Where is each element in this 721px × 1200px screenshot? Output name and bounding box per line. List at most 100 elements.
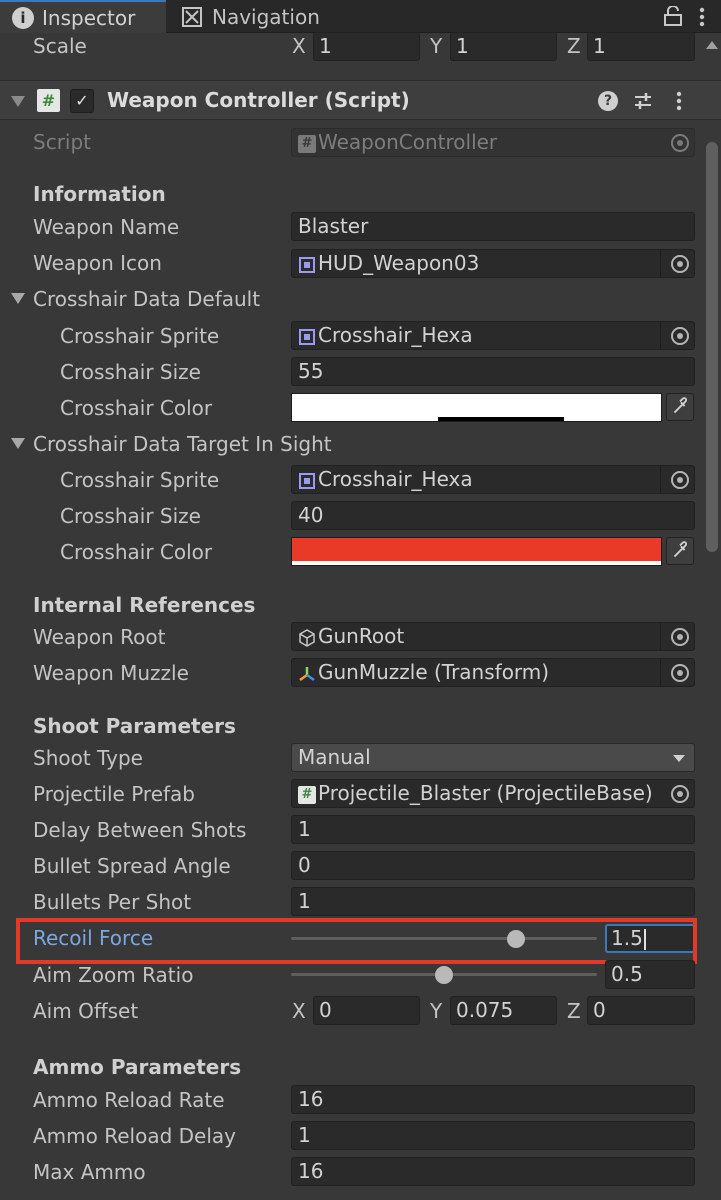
ammo-reload-delay-label: Ammo Reload Delay: [33, 1124, 236, 1148]
aim-offset-label: Aim Offset: [33, 999, 139, 1023]
crosshair-default-sprite-value: Crosshair_Hexa: [318, 323, 473, 347]
internal-references-header: Internal References: [33, 593, 256, 617]
crosshair-target-size-label: Crosshair Size: [60, 504, 201, 528]
crosshair-target-color-label: Crosshair Color: [60, 540, 213, 564]
aim-offset-x-field[interactable]: 0: [313, 996, 420, 1025]
sprite-icon: [299, 328, 315, 345]
crosshair-target-sprite-value: Crosshair_Hexa: [318, 467, 473, 491]
object-picker-icon[interactable]: [671, 628, 689, 646]
scroll-up-icon[interactable]: [706, 41, 718, 49]
aim-offset-x-label: X: [292, 999, 306, 1023]
component-menu-icon[interactable]: [676, 91, 682, 111]
aim-offset-y-field[interactable]: 0.075: [450, 996, 557, 1025]
delay-between-shots-label: Delay Between Shots: [33, 818, 247, 842]
projectile-prefab-label: Projectile Prefab: [33, 782, 195, 806]
delay-between-shots-field[interactable]: 1: [291, 815, 695, 844]
weapon-name-label: Weapon Name: [33, 215, 180, 239]
bullets-per-shot-field[interactable]: 1: [291, 887, 695, 916]
crosshair-default-color-label: Crosshair Color: [60, 396, 213, 420]
script-value: WeaponController: [318, 130, 498, 154]
info-icon: i: [12, 6, 34, 29]
scale-x-field[interactable]: 1: [313, 32, 420, 61]
crosshair-default-sprite-field[interactable]: Crosshair_Hexa: [291, 321, 695, 350]
transform-icon: [299, 666, 315, 681]
component-header[interactable]: # ✓ Weapon Controller (Script) ?: [0, 80, 721, 120]
sprite-icon: [299, 472, 315, 489]
scale-label: Scale: [33, 34, 87, 58]
script-field: # WeaponController: [291, 128, 695, 157]
bullets-per-shot-label: Bullets Per Shot: [33, 890, 192, 914]
crosshair-target-size-field[interactable]: 40: [291, 501, 695, 530]
scale-y-field[interactable]: 1: [450, 32, 557, 61]
weapon-muzzle-value: GunMuzzle (Transform): [318, 660, 550, 684]
eyedropper-icon[interactable]: [666, 537, 694, 565]
crosshair-default-header[interactable]: Crosshair Data Default: [33, 287, 260, 311]
crosshair-default-size-field[interactable]: 55: [291, 357, 695, 386]
tab-inspector-label: Inspector: [42, 5, 136, 30]
crosshair-default-alpha-bar: [438, 417, 564, 421]
ammo-reload-rate-field[interactable]: 16: [291, 1085, 695, 1114]
script-label: Script: [33, 130, 92, 154]
crosshair-target-header[interactable]: Crosshair Data Target In Sight: [33, 432, 332, 456]
object-picker-icon[interactable]: [671, 785, 689, 803]
object-picker-icon[interactable]: [671, 327, 689, 345]
scale-y-label: Y: [430, 34, 443, 58]
lock-icon[interactable]: [664, 6, 682, 26]
dropdown-arrow-icon: [673, 755, 685, 762]
aim-offset-z-label: Z: [567, 999, 581, 1023]
aim-zoom-ratio-label: Aim Zoom Ratio: [33, 963, 194, 987]
max-ammo-label: Max Ammo: [33, 1160, 146, 1184]
scrollbar-thumb[interactable]: [706, 142, 718, 552]
scale-x-label: X: [292, 34, 306, 58]
bullet-spread-angle-label: Bullet Spread Angle: [33, 854, 231, 878]
aim-zoom-ratio-slider-handle[interactable]: [435, 966, 453, 984]
crosshair-target-sprite-field[interactable]: Crosshair_Hexa: [291, 465, 695, 494]
script-file-icon: #: [298, 134, 316, 153]
aim-offset-z-field[interactable]: 0: [587, 996, 695, 1025]
weapon-icon-label: Weapon Icon: [33, 251, 162, 275]
weapon-root-field[interactable]: GunRoot: [291, 622, 695, 651]
crosshair-target-sprite-label: Crosshair Sprite: [60, 468, 220, 492]
tab-navigation[interactable]: Navigation: [180, 0, 320, 33]
crosshair-default-foldout-icon[interactable]: [11, 293, 25, 304]
scale-z-field[interactable]: 1: [587, 32, 695, 61]
object-picker-icon: [671, 134, 689, 152]
bullet-spread-angle-field[interactable]: 0: [291, 851, 695, 880]
crosshair-default-sprite-label: Crosshair Sprite: [60, 324, 220, 348]
shoot-type-dropdown[interactable]: Manual: [291, 743, 695, 772]
max-ammo-field[interactable]: 16: [291, 1157, 695, 1186]
crosshair-target-foldout-icon[interactable]: [11, 438, 25, 449]
weapon-icon-field[interactable]: HUD_Weapon03: [291, 249, 695, 278]
navigation-icon: [182, 6, 202, 27]
projectile-prefab-field[interactable]: # Projectile_Blaster (ProjectileBase): [291, 779, 695, 808]
script-icon: #: [298, 785, 316, 804]
tab-inspector[interactable]: i Inspector: [0, 0, 166, 33]
scale-z-label: Z: [567, 34, 581, 58]
weapon-name-field[interactable]: Blaster: [291, 212, 695, 241]
highlight-annotation: [16, 918, 697, 964]
presets-icon[interactable]: [633, 91, 653, 111]
aim-zoom-ratio-field[interactable]: 0.5: [605, 960, 695, 989]
more-menu-icon[interactable]: [699, 7, 705, 27]
shoot-parameters-header: Shoot Parameters: [33, 714, 236, 738]
projectile-prefab-value: Projectile_Blaster (ProjectileBase): [318, 781, 653, 805]
eyedropper-icon[interactable]: [666, 393, 694, 421]
component-enabled-checkbox[interactable]: ✓: [70, 89, 94, 113]
crosshair-default-color-swatch[interactable]: [291, 393, 662, 422]
weapon-muzzle-field[interactable]: GunMuzzle (Transform): [291, 658, 695, 687]
aim-offset-y-label: Y: [430, 999, 443, 1023]
weapon-muzzle-label: Weapon Muzzle: [33, 661, 189, 685]
help-icon[interactable]: ?: [598, 91, 618, 111]
component-foldout-icon[interactable]: [11, 96, 25, 107]
ammo-reload-delay-field[interactable]: 1: [291, 1121, 695, 1150]
crosshair-target-color-swatch[interactable]: [291, 537, 662, 566]
shoot-type-label: Shoot Type: [33, 746, 143, 770]
object-picker-icon[interactable]: [671, 471, 689, 489]
object-picker-icon[interactable]: [671, 664, 689, 682]
tab-bar: i Inspector Navigation: [0, 0, 721, 33]
weapon-root-value: GunRoot: [318, 624, 405, 648]
weapon-icon-value: HUD_Weapon03: [318, 251, 480, 275]
object-picker-icon[interactable]: [671, 255, 689, 273]
tab-navigation-label: Navigation: [212, 4, 320, 29]
gameobject-icon: [299, 628, 315, 647]
